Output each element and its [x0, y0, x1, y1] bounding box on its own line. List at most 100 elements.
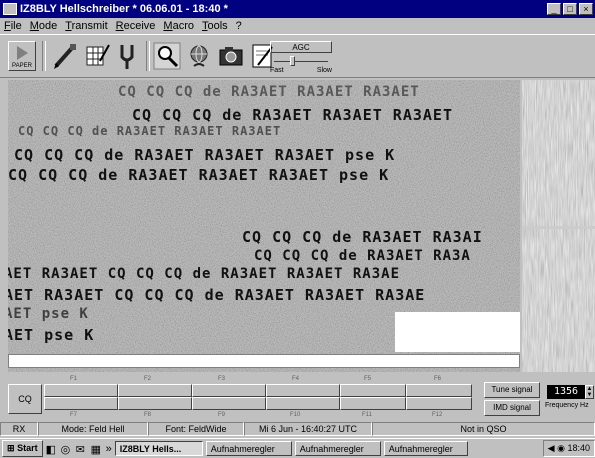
- tray-speaker-icon[interactable]: ◀: [548, 443, 555, 453]
- title-bar: IZ8BLY Hellschreiber * 06.06.01 - 18:40 …: [0, 0, 595, 18]
- font-edit-button[interactable]: [82, 41, 112, 71]
- taskbar-button-recorder[interactable]: Aufnahmeregler: [383, 441, 468, 456]
- menu-file[interactable]: File: [0, 20, 26, 32]
- agc-slow-label: Slow: [316, 67, 332, 74]
- minimize-button[interactable]: _: [547, 3, 561, 15]
- menu-macro[interactable]: Macro: [159, 20, 198, 32]
- windows-logo-icon: ⊞: [7, 443, 15, 453]
- start-label: Start: [17, 443, 38, 453]
- hell-line: AET pse K: [8, 306, 89, 322]
- macro-f6-button[interactable]: [406, 384, 472, 397]
- status-datetime: Mi 6 Jun - 16:40:27 UTC: [244, 422, 372, 436]
- camera-icon: [219, 47, 243, 66]
- hell-line: CQ CQ CQ de RA3AET RA3AET RA3AET: [18, 124, 282, 138]
- menu-receive[interactable]: Receive: [112, 20, 160, 32]
- hell-line: AET RA3AET CQ CQ CQ de RA3AET RA3AET RA3…: [8, 266, 401, 282]
- taskbar-button-izbly[interactable]: IZ8BLY Hells...: [114, 441, 203, 456]
- fkey-label: F3: [218, 376, 226, 382]
- transmit-pen-button[interactable]: [50, 41, 80, 71]
- fkey-label: F1: [70, 376, 78, 382]
- agc-control: AGC Fast Slow: [270, 41, 332, 74]
- play-icon: [17, 46, 28, 60]
- globe-icon: [190, 45, 208, 67]
- toolbar: PAPER AGC Fast Slow: [0, 34, 595, 78]
- system-tray: ◀ ◉ 18:40: [542, 440, 595, 457]
- hell-line: CQ CQ CQ de RA3AET RA3AET RA3AET pse K: [14, 146, 396, 164]
- agc-button[interactable]: AGC: [270, 41, 332, 53]
- zoom-button[interactable]: [152, 41, 182, 71]
- menu-transmit[interactable]: Transmit: [61, 20, 111, 32]
- status-bar: RX Mode: Feld Hell Font: FeldWide Mi 6 J…: [0, 422, 595, 436]
- taskbar-button-label: IZ8BLY Hells...: [119, 444, 182, 454]
- hell-line: CQ CQ CQ de RA3AET RA3A: [254, 248, 471, 264]
- status-rx: RX: [0, 422, 38, 436]
- quicklaunch-app-icon[interactable]: ▦: [91, 443, 103, 456]
- quicklaunch-desktop-icon[interactable]: ◧: [46, 443, 58, 456]
- menu-help[interactable]: ?: [232, 20, 246, 32]
- paper-label: PAPER: [12, 63, 32, 69]
- window-title: IZ8BLY Hellschreiber * 06.06.01 - 18:40 …: [20, 3, 228, 15]
- macro-f3-button[interactable]: [192, 384, 266, 397]
- tune-signal-button[interactable]: Tune signal: [484, 382, 540, 398]
- macro-f10-button[interactable]: [266, 397, 340, 410]
- frequency-label: Frequency Hz: [545, 402, 589, 409]
- fkey-label: F7: [70, 412, 78, 418]
- hell-line: AET pse K: [8, 326, 95, 344]
- waterfall-display[interactable]: [522, 80, 595, 372]
- macro-panel: CQ F1 F2 F3 F4 F5 F6 F7 F8 F9 F10 F11 F1…: [6, 376, 476, 420]
- agc-slider-track: [274, 61, 328, 62]
- fkey-label: F10: [290, 412, 301, 418]
- transmit-text-input[interactable]: [8, 354, 520, 368]
- fkey-label: F12: [432, 412, 443, 418]
- pen-icon: [54, 44, 76, 69]
- macro-f4-button[interactable]: [266, 384, 340, 397]
- camera-button[interactable]: [216, 41, 246, 71]
- taskbar-button-label: Aufnahmeregler: [210, 444, 275, 454]
- taskbar-button-label: Aufnahmeregler: [299, 444, 364, 454]
- status-font: Font: FeldWide: [148, 422, 244, 436]
- agc-slider[interactable]: [270, 56, 332, 66]
- menu-tools[interactable]: Tools: [198, 20, 232, 32]
- macro-f5-button[interactable]: [340, 384, 406, 397]
- tuning-fork-icon: [120, 45, 134, 69]
- close-button[interactable]: ×: [579, 3, 593, 15]
- tray-network-icon[interactable]: ◉: [557, 443, 565, 453]
- imd-signal-button[interactable]: IMD signal: [484, 400, 540, 416]
- frequency-spinner[interactable]: ▲ ▼: [585, 385, 594, 399]
- taskbar-button-recorder[interactable]: Aufnahmeregler: [205, 441, 292, 456]
- agc-slider-thumb[interactable]: [290, 56, 295, 66]
- menu-mode[interactable]: Mode: [26, 20, 62, 32]
- hell-line: CQ CQ CQ de RA3AET RA3AET RA3AET pse K: [8, 166, 390, 184]
- magnifier-icon: [153, 42, 181, 70]
- fkey-label: F8: [144, 412, 152, 418]
- quicklaunch-mail-icon[interactable]: ✉: [76, 443, 88, 456]
- macro-f9-button[interactable]: [192, 397, 266, 410]
- cq-button[interactable]: CQ: [8, 384, 42, 414]
- macro-f12-button[interactable]: [406, 397, 472, 410]
- receive-display[interactable]: CQ CQ CQ de RA3AET RA3AET RA3AET CQ CQ C…: [8, 80, 520, 372]
- start-button[interactable]: ⊞ Start: [2, 440, 43, 457]
- macro-f7-button[interactable]: [44, 397, 118, 410]
- fkey-label: F6: [434, 376, 442, 382]
- taskbar-button-label: Aufnahmeregler: [388, 444, 453, 454]
- paper-button[interactable]: PAPER: [8, 41, 36, 71]
- status-qso: Not in QSO: [372, 422, 595, 436]
- globe-button[interactable]: [184, 41, 214, 71]
- tray-clock[interactable]: 18:40: [567, 443, 590, 453]
- macro-f11-button[interactable]: [340, 397, 406, 410]
- app-icon[interactable]: [3, 3, 17, 15]
- toolbar-separator: [42, 41, 46, 71]
- toolbar-separator: [146, 41, 150, 71]
- hell-line: AET RA3AET CQ CQ CQ de RA3AET RA3AET RA3…: [8, 286, 426, 304]
- macro-f1-button[interactable]: [44, 384, 118, 397]
- frequency-display[interactable]: 1356: [547, 385, 585, 399]
- hell-line: CQ CQ CQ de RA3AET RA3AI: [242, 228, 483, 246]
- maximize-button[interactable]: □: [563, 3, 577, 15]
- tune-button[interactable]: [112, 41, 142, 71]
- status-mode: Mode: Feld Hell: [38, 422, 148, 436]
- macro-f8-button[interactable]: [118, 397, 192, 410]
- quicklaunch-browser-icon[interactable]: ◎: [61, 443, 73, 456]
- macro-f2-button[interactable]: [118, 384, 192, 397]
- quicklaunch-more[interactable]: »: [106, 443, 112, 455]
- taskbar-button-recorder[interactable]: Aufnahmeregler: [294, 441, 381, 456]
